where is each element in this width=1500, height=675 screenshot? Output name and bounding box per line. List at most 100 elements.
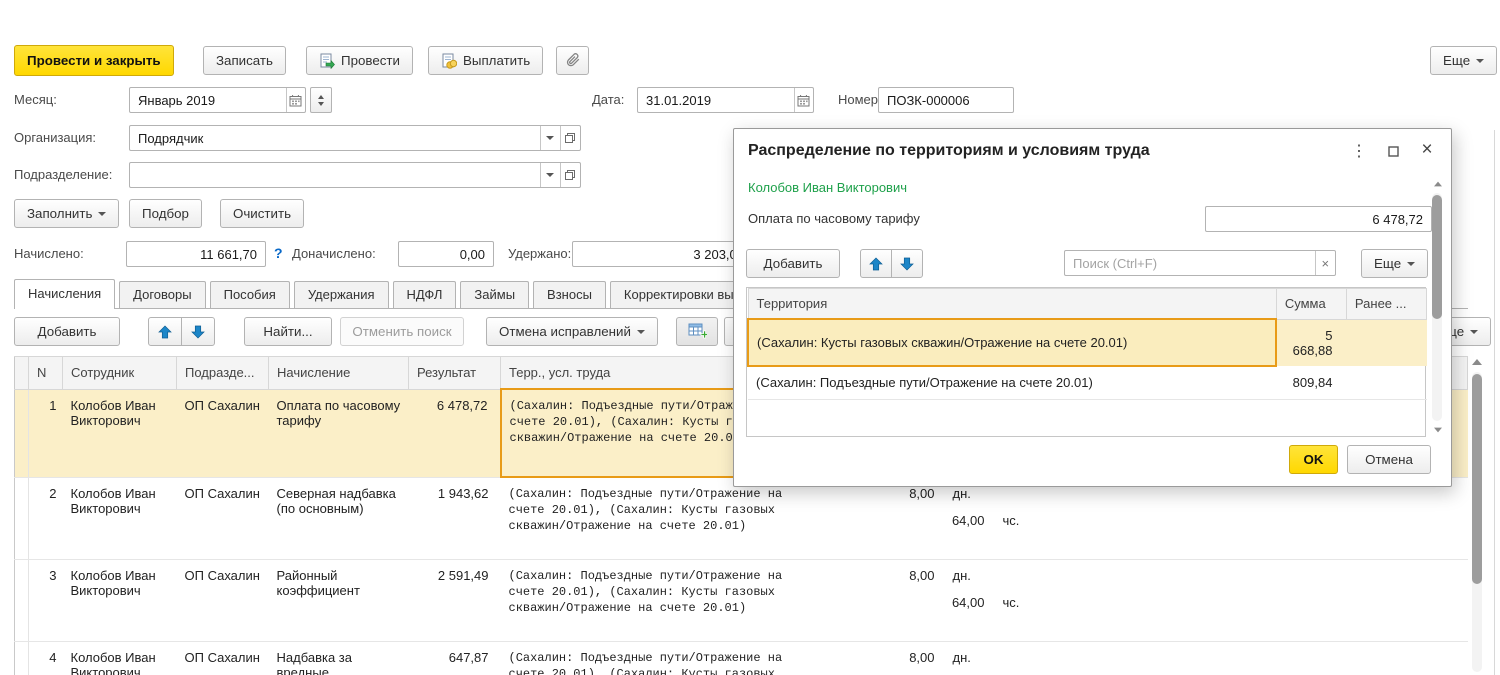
undo-corrections-button[interactable]: Отмена исправлений xyxy=(486,317,658,346)
open-link-icon[interactable] xyxy=(560,126,580,150)
cell-n[interactable]: 4 xyxy=(29,641,63,675)
scrollbar-thumb[interactable] xyxy=(1472,374,1482,584)
dialog-employee-link[interactable]: Колобов Иван Викторович xyxy=(748,180,907,195)
cell-earlier[interactable] xyxy=(1346,319,1426,366)
scrollbar-thumb[interactable] xyxy=(1432,195,1442,319)
cell-accrual[interactable]: Надбавка за вредные xyxy=(269,641,409,675)
cell-result[interactable]: 2 591,49 xyxy=(409,559,501,641)
dialog-search-field[interactable]: × xyxy=(1064,250,1336,276)
post-button[interactable]: Провести xyxy=(306,46,413,75)
cell-employee[interactable]: Колобов Иван Викторович xyxy=(63,641,177,675)
number-field[interactable] xyxy=(878,87,1014,113)
form-more-button[interactable]: Еще xyxy=(1430,46,1497,75)
grid-header-employee[interactable]: Сотрудник xyxy=(63,357,177,390)
cell-employee[interactable]: Колобов Иван Викторович xyxy=(63,559,177,641)
dialog-header-territory[interactable]: Территория xyxy=(748,289,1276,320)
save-button[interactable]: Записать xyxy=(203,46,286,75)
dialog-move-up-button[interactable] xyxy=(860,249,892,278)
grid-add-button[interactable]: Добавить xyxy=(14,317,120,346)
clear-button[interactable]: Очистить xyxy=(220,199,304,228)
dropdown-arrow-icon[interactable] xyxy=(540,126,560,150)
help-question-icon[interactable]: ? xyxy=(274,245,283,261)
cell-sum[interactable]: 809,84 xyxy=(1276,366,1346,400)
grid-header-dept[interactable]: Подразде... xyxy=(177,357,269,390)
dialog-header-earlier[interactable]: Ранее ... xyxy=(1346,289,1426,320)
cancel-search-button[interactable]: Отменить поиск xyxy=(340,317,464,346)
table-row[interactable]: 2 Колобов Иван Викторович ОП Сахалин Сев… xyxy=(15,477,1468,559)
step-down-icon[interactable] xyxy=(318,102,324,106)
fill-button[interactable]: Заполнить xyxy=(14,199,119,228)
added-input[interactable] xyxy=(399,242,493,266)
move-down-button[interactable] xyxy=(181,317,215,346)
cell-dept[interactable]: ОП Сахалин xyxy=(177,559,269,641)
tab-loans[interactable]: Займы xyxy=(460,281,529,308)
cell-territory[interactable]: (Сахалин: Подъездные пути/Отражение на с… xyxy=(748,366,1276,400)
cell-earlier[interactable] xyxy=(1346,366,1426,400)
withheld-input[interactable] xyxy=(573,242,752,266)
grid-scrollbar[interactable] xyxy=(1470,356,1484,675)
dialog-accrual-field[interactable] xyxy=(1205,206,1432,232)
organization-input[interactable] xyxy=(130,126,540,150)
move-up-button[interactable] xyxy=(148,317,182,346)
added-field[interactable] xyxy=(398,241,494,267)
cell-dept[interactable]: ОП Сахалин xyxy=(177,641,269,675)
cell-accrual[interactable]: Оплата по часовому тарифу xyxy=(269,389,409,477)
cell-time[interactable]: 8,00дн. xyxy=(807,641,1468,675)
accrued-field[interactable] xyxy=(126,241,266,267)
number-input[interactable] xyxy=(879,88,1013,112)
cell-accrual[interactable]: Районный коэффициент xyxy=(269,559,409,641)
cancel-button[interactable]: Отмена xyxy=(1347,445,1431,474)
table-row[interactable]: (Сахалин: Кусты газовых скважин/Отражени… xyxy=(748,319,1427,366)
table-row[interactable]: 4 Колобов Иван Викторович ОП Сахалин Над… xyxy=(15,641,1468,675)
cell-time[interactable]: 8,00дн. 64,00чс. xyxy=(807,477,1468,559)
tab-deductions[interactable]: Удержания xyxy=(294,281,389,308)
cell-territory[interactable]: (Сахалин: Подъездные пути/Отражение на с… xyxy=(501,641,807,675)
calendar-icon[interactable] xyxy=(286,88,305,112)
cell-dept[interactable]: ОП Сахалин xyxy=(177,477,269,559)
cell-result[interactable]: 1 943,62 xyxy=(409,477,501,559)
calendar-icon[interactable] xyxy=(794,88,813,112)
pick-button[interactable]: Подбор xyxy=(129,199,202,228)
date-field[interactable] xyxy=(637,87,814,113)
ok-button[interactable]: OK xyxy=(1289,445,1338,474)
add-table-row-icon-button[interactable] xyxy=(676,317,718,346)
table-row[interactable]: (Сахалин: Подъездные пути/Отражение на с… xyxy=(748,366,1427,400)
tab-accruals[interactable]: Начисления xyxy=(14,279,115,309)
tab-benefits[interactable]: Пособия xyxy=(210,281,290,308)
cell-territory[interactable]: (Сахалин: Подъездные пути/Отражение на с… xyxy=(501,477,807,559)
grid-header-accrual[interactable]: Начисление xyxy=(269,357,409,390)
scroll-up-icon[interactable] xyxy=(1472,359,1482,365)
cell-n[interactable]: 1 xyxy=(29,389,63,477)
cell-dept[interactable]: ОП Сахалин xyxy=(177,389,269,477)
cell-n[interactable]: 2 xyxy=(29,477,63,559)
cell-result[interactable]: 6 478,72 xyxy=(409,389,501,477)
open-link-icon[interactable] xyxy=(560,163,580,187)
organization-field[interactable] xyxy=(129,125,581,151)
dialog-add-button[interactable]: Добавить xyxy=(746,249,840,278)
date-input[interactable] xyxy=(638,88,794,112)
department-field[interactable] xyxy=(129,162,581,188)
dialog-accrual-input[interactable] xyxy=(1206,207,1431,231)
month-stepper[interactable] xyxy=(310,87,332,113)
dialog-more-button[interactable]: Еще xyxy=(1361,249,1428,278)
dropdown-arrow-icon[interactable] xyxy=(540,163,560,187)
cell-result[interactable]: 647,87 xyxy=(409,641,501,675)
step-up-icon[interactable] xyxy=(318,95,324,99)
cell-employee[interactable]: Колобов Иван Викторович xyxy=(63,477,177,559)
cell-sum[interactable]: 5 668,88 xyxy=(1276,319,1346,366)
dialog-search-input[interactable] xyxy=(1065,251,1315,275)
department-input[interactable] xyxy=(130,163,540,187)
kebab-menu-icon[interactable]: ⋮ xyxy=(1346,139,1372,163)
cell-time[interactable]: 8,00дн. 64,00чс. xyxy=(807,559,1468,641)
post-and-close-button[interactable]: Провести и закрыть xyxy=(14,45,174,76)
cell-territory-selected[interactable]: (Сахалин: Кусты газовых скважин/Отражени… xyxy=(748,319,1276,366)
cell-employee[interactable]: Колобов Иван Викторович xyxy=(63,389,177,477)
month-input[interactable] xyxy=(130,88,286,112)
cell-n[interactable]: 3 xyxy=(29,559,63,641)
cell-accrual[interactable]: Северная надбавка (по основным) xyxy=(269,477,409,559)
scroll-down-icon[interactable] xyxy=(1434,428,1442,433)
dialog-header-sum[interactable]: Сумма xyxy=(1276,289,1346,320)
scroll-up-icon[interactable] xyxy=(1434,182,1442,187)
tab-contracts[interactable]: Договоры xyxy=(119,281,205,308)
dialog-move-down-button[interactable] xyxy=(891,249,923,278)
